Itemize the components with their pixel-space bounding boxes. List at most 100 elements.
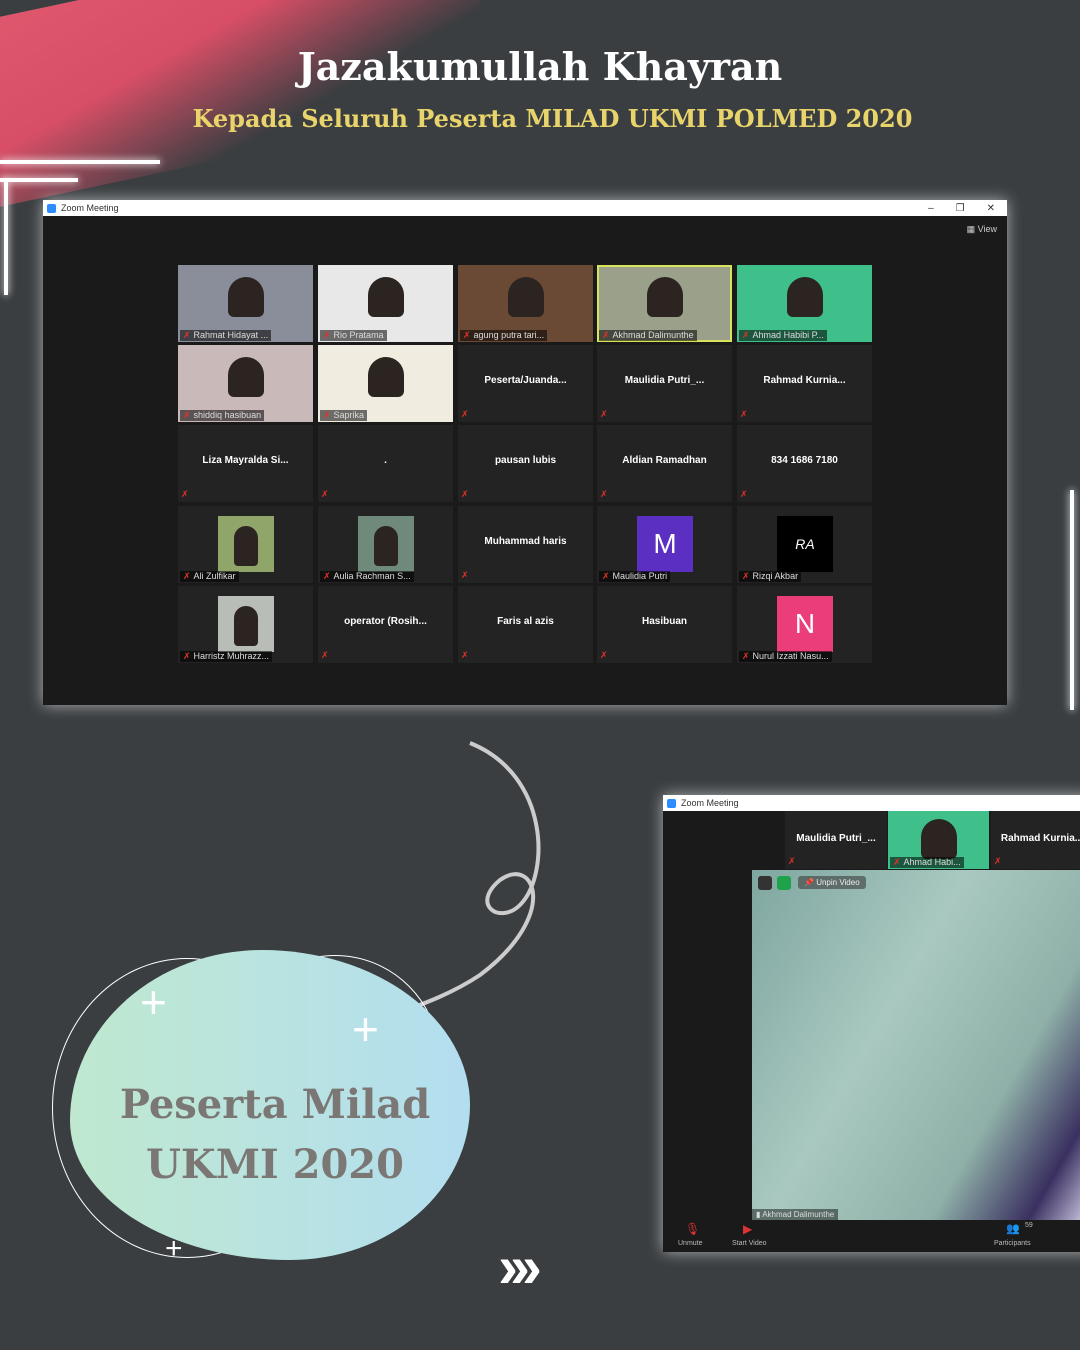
plus-sparkle-icon: +: [352, 1003, 379, 1055]
signal-icon: ▮: [756, 1210, 761, 1219]
participant-name: Hasibuan: [641, 616, 687, 627]
muted-mic-icon: ✗: [600, 489, 608, 499]
participant-label: ✗ Maulidia Putri: [599, 571, 671, 582]
restore-button[interactable]: ❐: [956, 203, 965, 214]
participant-tile[interactable]: . ✗: [318, 425, 453, 502]
muted-mic-icon: ✗: [461, 409, 469, 419]
participant-name: .: [384, 455, 387, 466]
participant-tile[interactable]: Rahmad Kurnia... ✗: [737, 345, 872, 422]
close-button[interactable]: ✕: [987, 203, 995, 214]
participant-label: ✗ Ali Zulfikar: [180, 571, 239, 582]
participant-tile[interactable]: Maulidia Putri_... ✗: [597, 345, 732, 422]
muted-mic-icon: ✗: [463, 330, 471, 340]
muted-mic-icon: ✗: [893, 857, 901, 867]
profile-photo: [358, 516, 414, 572]
participant-name: Faris al azis: [497, 616, 554, 627]
participant-tile[interactable]: ✗ agung putra tari...: [458, 265, 593, 342]
participant-tile[interactable]: Faris al azis ✗: [458, 586, 593, 663]
participant-label: ✗ Akhmad Dalimunthe: [599, 330, 697, 341]
participant-tile[interactable]: ✗ Ali Zulfikar: [178, 506, 313, 583]
avatar: M: [637, 516, 693, 572]
muted-mic-icon: ✗: [742, 571, 750, 581]
participant-label: ✗ agung putra tari...: [460, 330, 548, 341]
participant-tile[interactable]: ✗ Aulia Rachman S...: [318, 506, 453, 583]
participant-tile[interactable]: Aldian Ramadhan ✗: [597, 425, 732, 502]
participant-tile[interactable]: Liza Mayralda Si... ✗: [178, 425, 313, 502]
participant-label: ✗ Aulia Rachman S...: [320, 571, 414, 582]
participant-label: ✗ Nurul Izzati Nasu...: [739, 651, 832, 662]
participant-tile[interactable]: ✗ shiddiq hasibuan: [178, 345, 313, 422]
chevrons-icon: ›››: [498, 1233, 542, 1300]
participant-video: [227, 277, 264, 317]
muted-mic-icon: ✗: [742, 651, 750, 661]
participant-tile[interactable]: M ✗ Maulidia Putri: [597, 506, 732, 583]
participant-tile[interactable]: ✗ Ahmad Habibi P...: [737, 265, 872, 342]
participant-tile[interactable]: operator (Rosih... ✗: [318, 586, 453, 663]
poster-title: Jazakumullah Khayran: [297, 44, 783, 89]
decor-line: [4, 180, 8, 295]
participant-tile[interactable]: ✗ Harristz Muhrazz...: [178, 586, 313, 663]
zoom-window-pinned: Zoom Meeting Maulidia Putri_... ✗ ✗ Ahmad …: [663, 795, 1080, 1252]
info-icon[interactable]: [758, 876, 772, 890]
participant-label: ✗ shiddiq hasibuan: [180, 410, 265, 421]
muted-mic-icon: ✗: [742, 330, 750, 340]
zoom-logo-icon: [667, 798, 676, 808]
minimize-button[interactable]: –: [928, 203, 934, 214]
zoom-window-gallery: Zoom Meeting – ❐ ✕ ▦ View ✗ Rahmat Hidayat …: [43, 200, 1007, 705]
start-video-button[interactable]: Start Video: [732, 1240, 767, 1247]
participant-tile[interactable]: pausan lubis ✗: [458, 425, 593, 502]
muted-mic-icon: ✗: [181, 489, 189, 499]
muted-mic-icon: ✗: [323, 571, 331, 581]
participants-icon[interactable]: 👥: [1006, 1222, 1020, 1235]
participant-name: Rahmad Kurnia...: [763, 375, 846, 386]
participant-video: [646, 277, 683, 317]
participant-tile[interactable]: ✗ Akhmad Dalimunthe: [597, 265, 732, 342]
participant-tile[interactable]: Hasibuan ✗: [597, 586, 732, 663]
participant-tile[interactable]: Muhammad haris ✗: [458, 506, 593, 583]
participant-tile[interactable]: ✗ Rahmat Hidayat ...: [178, 265, 313, 342]
participant-tile[interactable]: N ✗ Nurul Izzati Nasu...: [737, 586, 872, 663]
participant-tile[interactable]: ✗ Rio Pratama: [318, 265, 453, 342]
participant-tile[interactable]: Peserta/Juanda... ✗: [458, 345, 593, 422]
decor-line: [0, 178, 78, 182]
participant-video: [367, 357, 404, 397]
participant-label: ✗ Rizqi Akbar: [739, 571, 802, 582]
participant-name: pausan lubis: [494, 455, 557, 466]
muted-mic-icon: ✗: [321, 489, 329, 499]
speaker-label: ▮ Akhmad Dalimunthe: [752, 1209, 839, 1220]
unmute-button[interactable]: Unmute: [678, 1240, 703, 1247]
title-bar: Zoom Meeting: [663, 795, 1080, 811]
participant-tile[interactable]: 834 1686 7180 ✗: [737, 425, 872, 502]
muted-mic-icon: ✗: [602, 571, 610, 581]
grid-icon: ▦: [966, 224, 978, 234]
muted-mic-icon: ✗: [461, 650, 469, 660]
participant-label: ✗ Harristz Muhrazz...: [180, 651, 273, 662]
muted-mic-icon: ✗: [183, 571, 191, 581]
strip-tile[interactable]: ✗ Ahmad Habi...: [888, 811, 989, 869]
view-button[interactable]: ▦ View: [967, 224, 997, 235]
muted-mic-icon[interactable]: 🎙: [685, 1222, 700, 1236]
participant-label: ✗ Saprika: [320, 410, 368, 421]
participant-name: Liza Mayralda Si...: [202, 455, 289, 466]
muted-mic-icon: ✗: [600, 650, 608, 660]
video-off-icon[interactable]: ▶: [743, 1222, 752, 1236]
participant-video: [507, 277, 544, 317]
strip-tile[interactable]: Maulidia Putri_... ✗: [785, 811, 887, 869]
profile-photo: [218, 516, 274, 572]
muted-mic-icon: ✗: [323, 330, 331, 340]
unpin-video-button[interactable]: 📌 Unpin Video: [798, 876, 866, 889]
muted-mic-icon: ✗: [323, 410, 331, 420]
strip-tile[interactable]: Rahmad Kurnia... ✗: [991, 811, 1080, 869]
participant-name: Muhammad haris: [484, 536, 567, 547]
participant-tile[interactable]: ✗ Saprika: [318, 345, 453, 422]
muted-mic-icon: ✗: [183, 651, 191, 661]
badge-text: Peserta Milad UKMI 2020: [119, 1081, 431, 1188]
decor-line: [0, 160, 160, 164]
participant-tile[interactable]: RA ✗ Rizqi Akbar: [737, 506, 872, 583]
muted-mic-icon: ✗: [183, 410, 191, 420]
participant-video: [367, 277, 404, 317]
shield-icon[interactable]: [777, 876, 791, 890]
pin-icon: 📌: [804, 878, 814, 887]
participants-button[interactable]: Participants: [994, 1240, 1031, 1247]
avatar: N: [777, 596, 833, 652]
